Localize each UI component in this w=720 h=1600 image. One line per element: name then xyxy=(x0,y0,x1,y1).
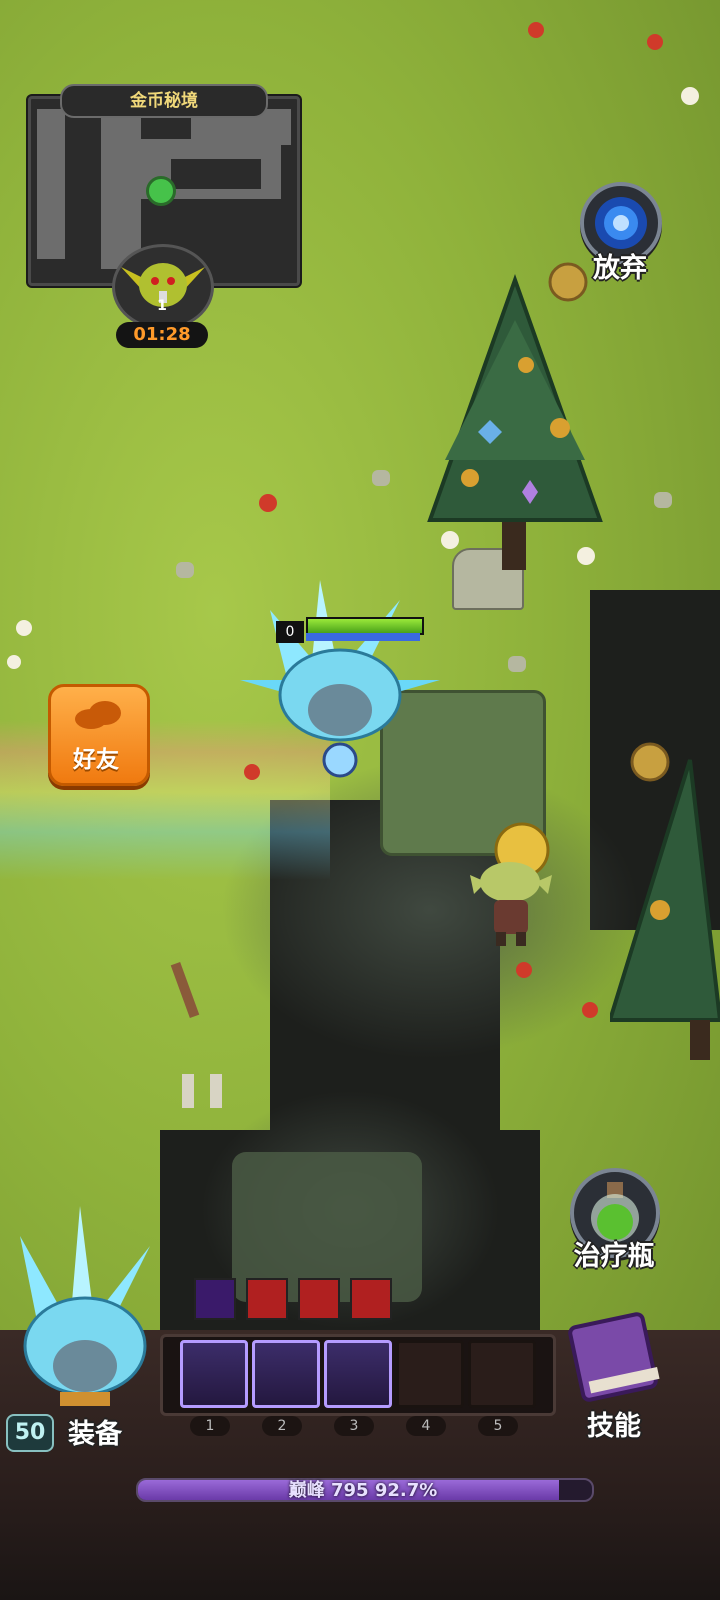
boss-timer: 01:28 xyxy=(116,322,208,348)
slot-number: 4 xyxy=(406,1416,446,1436)
equipment-label: 装备 xyxy=(68,1419,122,1450)
mp-bar xyxy=(306,633,420,641)
goblin-boss-icon xyxy=(121,263,205,307)
skill-slot-4[interactable] xyxy=(396,1340,464,1408)
minimap-wall xyxy=(171,159,261,189)
light-beam-icon xyxy=(180,1340,248,1408)
hero-portrait-icon xyxy=(20,1206,150,1406)
minimap-title: 金币秘境 xyxy=(60,84,268,118)
abandon-label: 放弃 xyxy=(593,253,647,284)
xp-text: 巅峰 795 92.7% xyxy=(288,1480,438,1501)
mp-bar-fill xyxy=(306,633,420,641)
slot-number: 3 xyxy=(334,1416,374,1436)
spellbook-icon xyxy=(568,1312,660,1402)
shield-value: 0 xyxy=(276,621,304,643)
skill-slot-2[interactable] xyxy=(252,1340,320,1408)
cloud-icon xyxy=(75,701,121,729)
boss-badge[interactable] xyxy=(112,244,214,330)
hero-status-bar: 0 xyxy=(276,617,424,643)
empty-slot xyxy=(396,1340,464,1408)
player-position-marker xyxy=(146,176,176,206)
red-totem-buff-icon xyxy=(246,1278,288,1320)
slot-number: 2 xyxy=(262,1416,302,1436)
empty-slot xyxy=(468,1340,536,1408)
heal-potion-label: 治疗瓶 xyxy=(573,1241,655,1272)
buff-row xyxy=(194,1278,392,1320)
slot-number: 1 xyxy=(190,1416,230,1436)
skill-slot-3[interactable] xyxy=(324,1340,392,1408)
red-totem-buff-icon xyxy=(298,1278,340,1320)
skills-label: 技能 xyxy=(587,1411,641,1442)
boss-count: 1 xyxy=(157,298,167,314)
purple-gem-buff-icon xyxy=(194,1278,236,1320)
hp-bar-fill xyxy=(308,619,422,633)
hero-level-badge: 50 xyxy=(6,1414,54,1452)
meteor-shower-icon xyxy=(324,1340,392,1408)
skills-button[interactable] xyxy=(558,1306,670,1410)
skill-slot-1[interactable] xyxy=(180,1340,248,1408)
friend-label: 好友 xyxy=(73,747,119,773)
equipment-button[interactable] xyxy=(0,1206,170,1426)
red-totem-buff-icon xyxy=(350,1278,392,1320)
skill-slot-5[interactable] xyxy=(468,1340,536,1408)
golden-dome-icon xyxy=(252,1340,320,1408)
minimap-corridor xyxy=(37,109,65,259)
slot-number: 5 xyxy=(478,1416,518,1436)
